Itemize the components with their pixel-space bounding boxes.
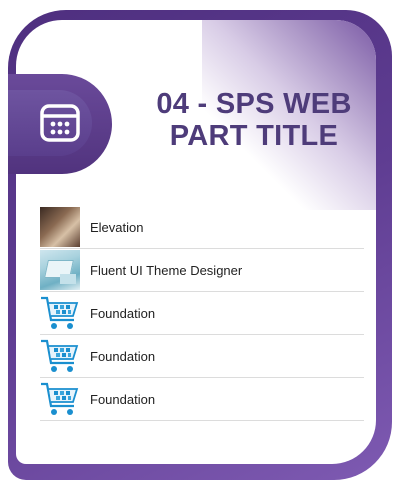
shopping-cart-icon <box>41 339 79 372</box>
shopping-cart-icon <box>41 382 79 415</box>
shopping-cart-icon <box>41 296 79 329</box>
webpart-title: 04 - SPS WEB PART TITLE <box>156 88 352 152</box>
item-label[interactable]: Foundation <box>90 392 155 407</box>
list-item[interactable]: Foundation <box>40 335 364 378</box>
item-thumbnail <box>40 207 80 247</box>
list-item[interactable]: Elevation <box>40 206 364 249</box>
calendar-icon <box>40 104 80 142</box>
item-label[interactable]: Foundation <box>90 349 155 364</box>
list-item[interactable]: Foundation <box>40 292 364 335</box>
item-label[interactable]: Elevation <box>90 220 143 235</box>
item-label[interactable]: Fluent UI Theme Designer <box>90 263 242 278</box>
item-thumbnail <box>40 250 80 290</box>
item-list: Elevation Fluent UI Theme Designer Found… <box>40 206 364 421</box>
item-label[interactable]: Foundation <box>90 306 155 321</box>
list-item[interactable]: Foundation <box>40 378 364 421</box>
list-item[interactable]: Fluent UI Theme Designer <box>40 249 364 292</box>
